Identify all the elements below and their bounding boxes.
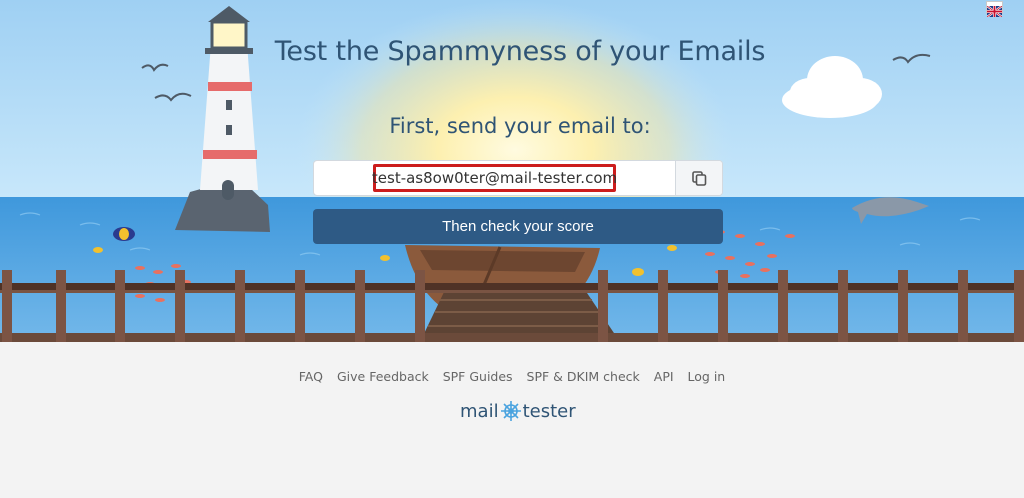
- footer-link-spf-dkim-check[interactable]: SPF & DKIM check: [527, 369, 640, 384]
- page-title: Test the Spammyness of your Emails: [274, 36, 766, 67]
- footer-link-faq[interactable]: FAQ: [299, 369, 323, 384]
- footer-links: FAQ Give Feedback SPF Guides SPF & DKIM …: [0, 369, 1024, 384]
- copy-icon: [692, 171, 707, 186]
- check-score-button[interactable]: Then check your score: [313, 209, 723, 244]
- email-address-text[interactable]: test-as8ow0ter@mail-tester.com: [372, 164, 617, 192]
- mail-tester-logo[interactable]: mail tester: [460, 399, 580, 423]
- uk-flag-icon: [986, 5, 1003, 18]
- footer: FAQ Give Feedback SPF Guides SPF & DKIM …: [0, 342, 1024, 498]
- ship-wheel-icon: [500, 401, 521, 421]
- hero-banner: Test the Spammyness of your Emails First…: [0, 0, 1024, 342]
- footer-link-give-feedback[interactable]: Give Feedback: [337, 369, 429, 384]
- footer-link-api[interactable]: API: [654, 369, 674, 384]
- copy-button[interactable]: [675, 161, 722, 195]
- logo-text-right: tester: [522, 400, 576, 422]
- email-address-field[interactable]: test-as8ow0ter@mail-tester.com: [314, 161, 678, 195]
- footer-link-spf-guides[interactable]: SPF Guides: [443, 369, 513, 384]
- email-address-box: test-as8ow0ter@mail-tester.com: [313, 160, 723, 196]
- page-subtitle: First, send your email to:: [389, 114, 651, 138]
- flag-icon[interactable]: [986, 1, 1003, 18]
- logo-text-left: mail: [460, 400, 499, 422]
- footer-link-log-in[interactable]: Log in: [688, 369, 726, 384]
